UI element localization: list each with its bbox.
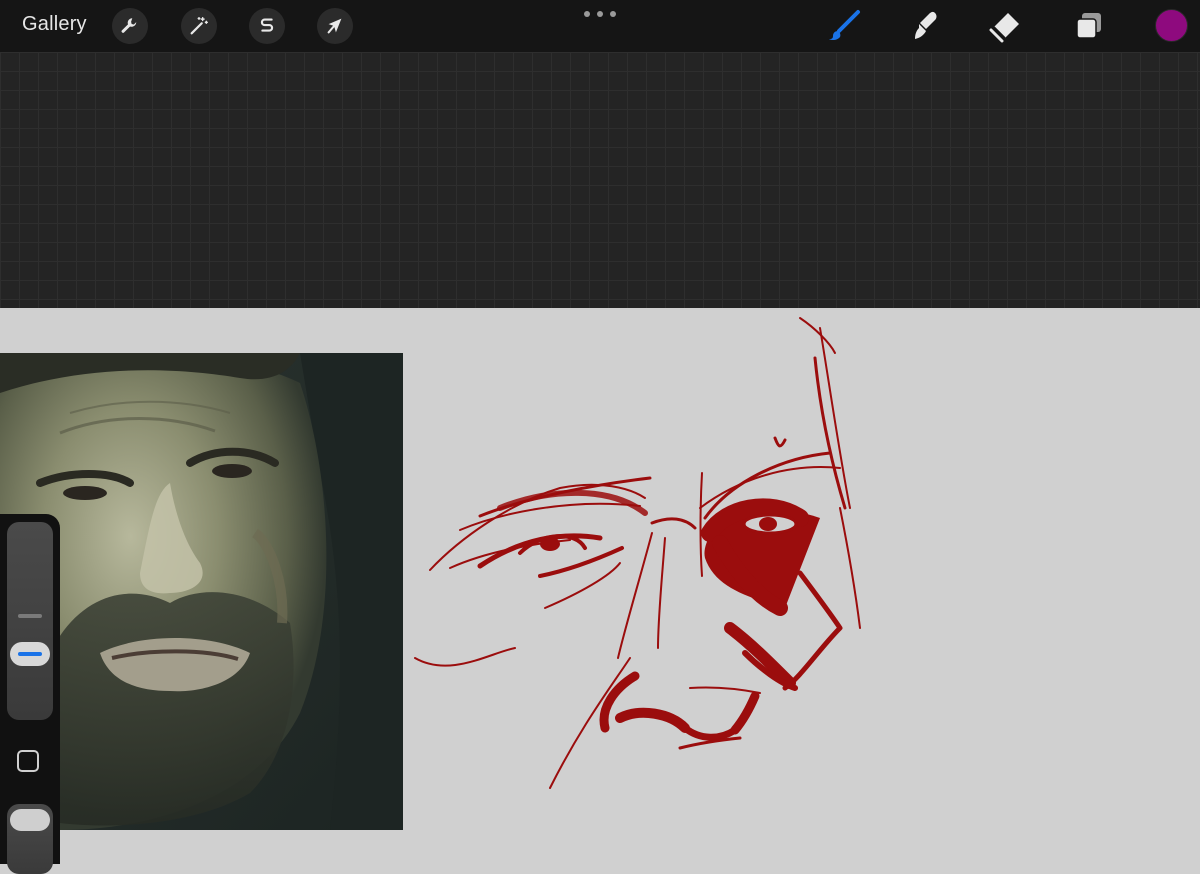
reference-photo xyxy=(0,353,403,830)
layers-button[interactable] xyxy=(1071,8,1107,44)
brush-size-slider[interactable] xyxy=(7,522,53,720)
transform-arrow-icon xyxy=(327,18,342,34)
layers-icon xyxy=(1076,13,1101,39)
dot xyxy=(610,11,616,17)
size-slider-tick xyxy=(18,614,42,618)
color-picker-button[interactable] xyxy=(1155,9,1188,42)
sketch-drawing xyxy=(414,317,861,789)
adjustments-button[interactable] xyxy=(181,8,217,44)
dot xyxy=(584,11,590,17)
smudge-icon xyxy=(915,11,937,39)
dot xyxy=(597,11,603,17)
transform-button[interactable] xyxy=(317,8,353,44)
wrench-icon xyxy=(121,18,137,33)
reference-image[interactable] xyxy=(0,353,403,830)
brush-tool-button[interactable] xyxy=(826,8,862,44)
actions-button[interactable] xyxy=(112,8,148,44)
more-options-button[interactable] xyxy=(584,4,616,24)
size-thumb-indicator xyxy=(18,652,42,656)
modify-button[interactable] xyxy=(17,750,39,772)
brush-icon xyxy=(829,10,860,41)
opacity-thumb[interactable] xyxy=(10,809,50,831)
gallery-button[interactable]: Gallery xyxy=(22,13,87,36)
selection-button[interactable] xyxy=(249,8,285,44)
grid-background xyxy=(0,52,1200,308)
magic-wand-icon xyxy=(190,17,208,35)
top-toolbar: Gallery xyxy=(0,0,1200,52)
smudge-tool-button[interactable] xyxy=(907,8,943,44)
eraser-tool-button[interactable] xyxy=(987,8,1023,44)
selection-s-icon xyxy=(260,18,274,32)
brush-size-thumb[interactable] xyxy=(10,642,50,666)
eraser-icon xyxy=(989,13,1019,43)
brush-sidebar xyxy=(0,514,60,874)
